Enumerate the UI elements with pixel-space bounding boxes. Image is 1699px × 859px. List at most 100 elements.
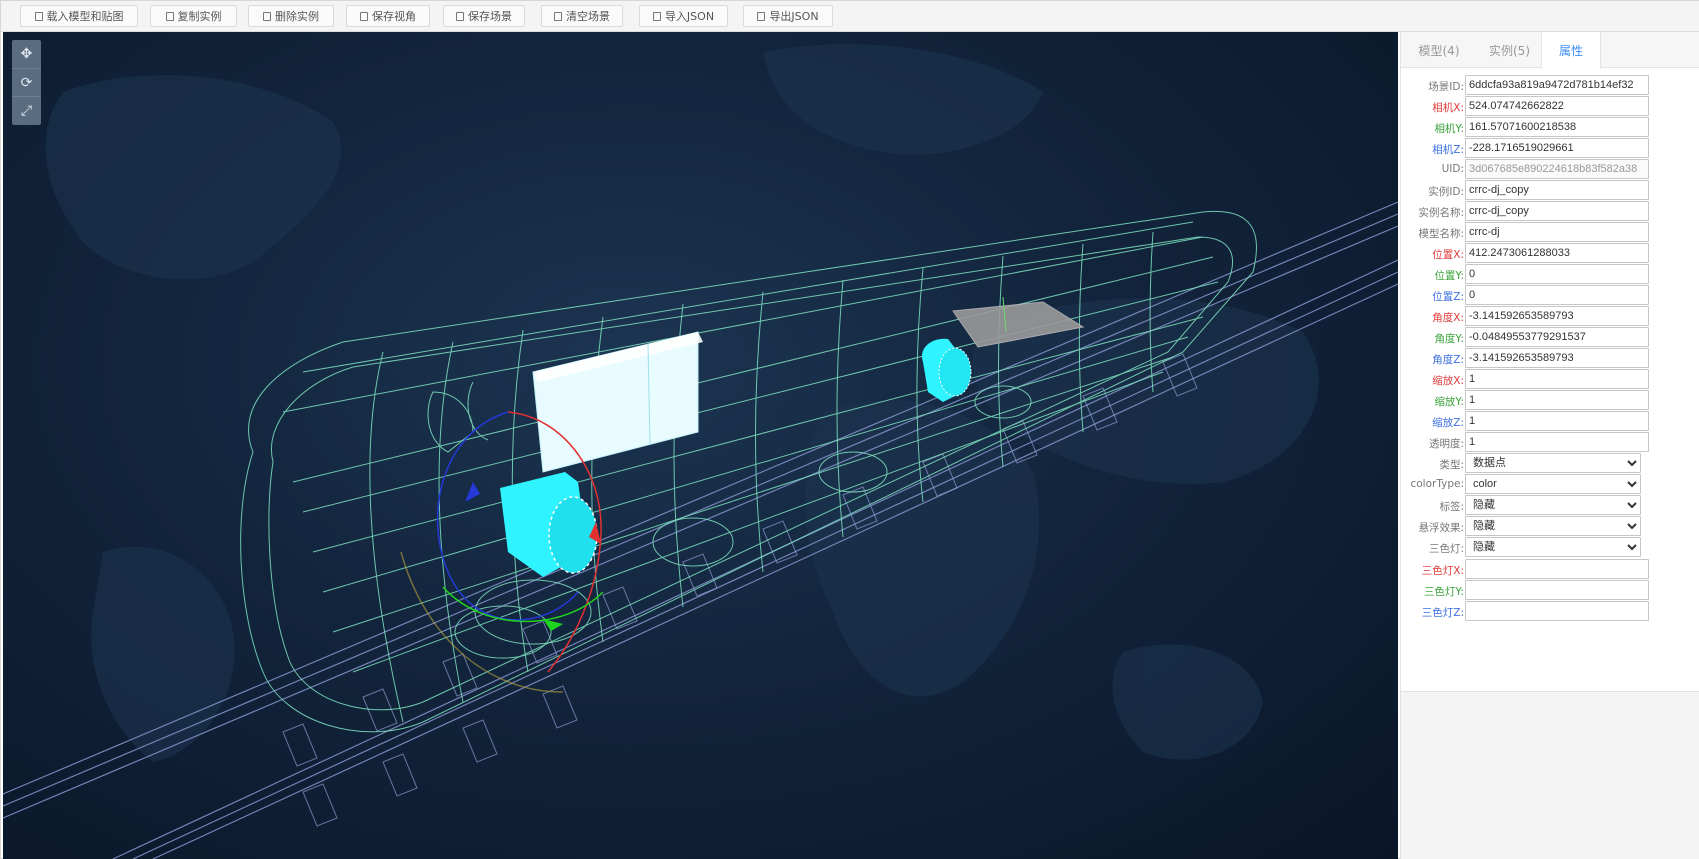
opacity-field[interactable]	[1465, 432, 1649, 452]
delete-instance-button[interactable]: 删除实例	[248, 5, 334, 27]
save-icon	[456, 11, 464, 21]
row-angle-x: 角度X:	[1401, 306, 1699, 329]
row-uid: UID:	[1401, 159, 1699, 182]
instance-name-label: 实例名称:	[1418, 207, 1464, 219]
tab-instances[interactable]: 实例(5)	[1478, 32, 1541, 68]
save-scene-button[interactable]: 保存场景	[443, 5, 525, 27]
row-position-z: 位置Z:	[1401, 285, 1699, 308]
angle-z-field[interactable]	[1465, 348, 1649, 368]
model-name-label: 模型名称:	[1418, 228, 1464, 240]
copy-instance-label: 复制实例	[177, 10, 222, 23]
tri-light-x-field[interactable]	[1465, 559, 1649, 579]
save-view-button[interactable]: 保存视角	[346, 5, 430, 27]
file-icon	[34, 11, 43, 21]
copy-icon	[165, 11, 174, 21]
camera-z-field[interactable]	[1465, 138, 1649, 158]
clear-scene-button[interactable]: 清空场景	[541, 5, 623, 27]
position-y-field[interactable]	[1465, 264, 1649, 284]
row-model-name: 模型名称:	[1401, 222, 1699, 245]
save-scene-label: 保存场景	[468, 10, 512, 23]
app-window: 载入模型和贴图 复制实例 删除实例 保存视角 保存场景 清空场景 导入JSON …	[0, 0, 1699, 859]
camera-x-label: 相机X:	[1432, 102, 1464, 114]
train-wireframe-model[interactable]	[240, 210, 1257, 733]
camera-z-label: 相机Z:	[1432, 144, 1464, 156]
import-json-label: 导入JSON	[664, 10, 715, 23]
toolbar: 载入模型和贴图 复制实例 删除实例 保存视角 保存场景 清空场景 导入JSON …	[1, 1, 1699, 32]
position-z-field[interactable]	[1465, 285, 1649, 305]
copy-instance-button[interactable]: 复制实例	[150, 5, 237, 27]
row-camera-y: 相机Y:	[1401, 117, 1699, 140]
tri-light-z-field[interactable]	[1465, 601, 1649, 621]
clear-scene-label: 清空场景	[566, 10, 610, 23]
angle-y-label: 角度Y:	[1434, 333, 1464, 345]
uid-label: UID:	[1441, 163, 1464, 175]
scale-x-label: 缩放X:	[1432, 375, 1464, 387]
position-x-field[interactable]	[1465, 243, 1649, 263]
row-scale-z: 缩放Z:	[1401, 411, 1699, 434]
tab-properties[interactable]: 属性	[1541, 32, 1601, 69]
tri-light-y-label: 三色灯Y:	[1423, 586, 1464, 598]
angle-y-field[interactable]	[1465, 327, 1649, 347]
load-model-button[interactable]: 载入模型和贴图	[20, 5, 138, 27]
camera-y-field[interactable]	[1465, 117, 1649, 137]
float-effect-label: 悬浮效果:	[1418, 522, 1464, 534]
angle-z-label: 角度Z:	[1432, 354, 1464, 366]
3d-viewport[interactable]: ✥ ⟳ ⤢	[3, 32, 1398, 859]
uid-field	[1465, 159, 1649, 179]
scale-y-field[interactable]	[1465, 390, 1649, 410]
row-instance-name: 实例名称:	[1401, 201, 1699, 224]
import-icon	[652, 11, 661, 21]
load-model-label: 载入模型和贴图	[46, 10, 124, 23]
instance-name-field[interactable]	[1465, 201, 1649, 221]
motor-component-rear[interactable]	[922, 338, 972, 402]
clear-icon	[554, 11, 562, 21]
row-camera-x: 相机X:	[1401, 96, 1699, 119]
position-y-label: 位置Y:	[1434, 270, 1464, 282]
row-scale-x: 缩放X:	[1401, 369, 1699, 392]
row-position-x: 位置X:	[1401, 243, 1699, 266]
row-opacity: 透明度:	[1401, 432, 1699, 455]
row-position-y: 位置Y:	[1401, 264, 1699, 287]
scale-x-field[interactable]	[1465, 369, 1649, 389]
row-tri-light-z: 三色灯Z:	[1401, 601, 1699, 624]
move-tool-icon[interactable]: ✥	[12, 40, 41, 68]
instance-id-field[interactable]	[1465, 180, 1649, 200]
row-camera-z: 相机Z:	[1401, 138, 1699, 161]
scene-id-field[interactable]	[1465, 75, 1649, 95]
position-z-label: 位置Z:	[1432, 291, 1464, 303]
model-name-field[interactable]	[1465, 222, 1649, 242]
rotate-tool-icon[interactable]: ⟳	[12, 68, 41, 96]
delete-instance-label: 删除实例	[275, 10, 319, 23]
tag-select[interactable]: 隐藏	[1465, 495, 1641, 515]
3d-scene[interactable]	[3, 32, 1398, 859]
tri-light-x-label: 三色灯X:	[1421, 565, 1464, 577]
row-angle-z: 角度Z:	[1401, 348, 1699, 371]
scale-z-field[interactable]	[1465, 411, 1649, 431]
scale-y-label: 缩放Y:	[1434, 396, 1464, 408]
cabinet-component[interactable]	[532, 331, 703, 473]
export-icon	[757, 11, 766, 21]
row-tri-light: 三色灯: 隐藏	[1401, 537, 1699, 560]
tab-models[interactable]: 模型(4)	[1401, 32, 1477, 68]
camera-y-label: 相机Y:	[1434, 123, 1464, 135]
color-type-select[interactable]: color	[1465, 474, 1641, 494]
row-instance-id: 实例ID:	[1401, 180, 1699, 203]
float-effect-select[interactable]: 隐藏	[1465, 516, 1641, 536]
scene-id-label: 场景ID:	[1428, 81, 1464, 93]
save-view-label: 保存视角	[372, 10, 416, 23]
tri-light-y-field[interactable]	[1465, 580, 1649, 600]
panel-empty-area	[1400, 692, 1699, 859]
import-json-button[interactable]: 导入JSON	[639, 5, 728, 27]
camera-x-field[interactable]	[1465, 96, 1649, 116]
opacity-label: 透明度:	[1428, 438, 1464, 450]
tri-light-select[interactable]: 隐藏	[1465, 537, 1641, 557]
row-tri-light-y: 三色灯Y:	[1401, 580, 1699, 603]
angle-x-field[interactable]	[1465, 306, 1649, 326]
row-color-type: colorType: color	[1401, 474, 1699, 497]
row-angle-y: 角度Y:	[1401, 327, 1699, 350]
instance-id-label: 实例ID:	[1428, 186, 1464, 198]
export-json-button[interactable]: 导出JSON	[743, 5, 833, 27]
scale-tool-icon[interactable]: ⤢	[12, 96, 41, 124]
type-select[interactable]: 数据点	[1465, 453, 1641, 473]
tag-label: 标签:	[1439, 501, 1464, 513]
